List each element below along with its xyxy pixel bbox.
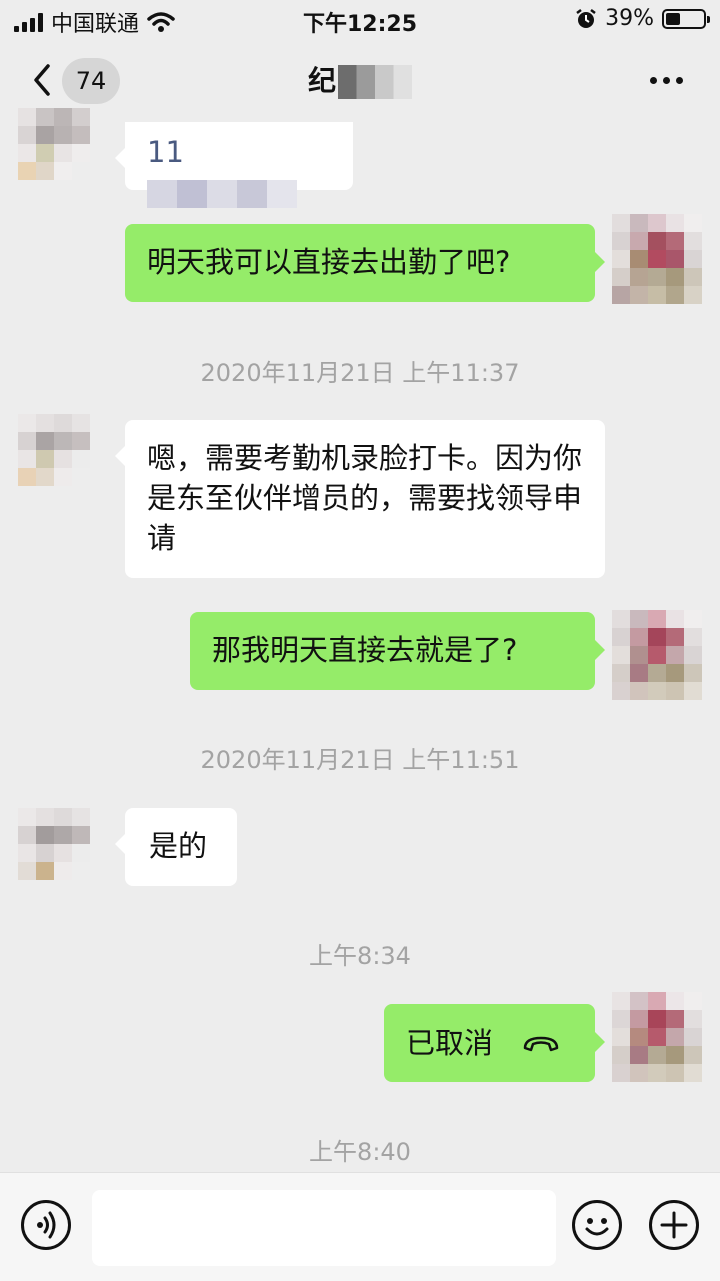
contact-avatar[interactable]	[18, 108, 108, 198]
plus-icon	[660, 1211, 688, 1239]
voice-icon	[37, 1211, 56, 1239]
timestamp: 上午8:40	[309, 1138, 411, 1166]
contact-avatar[interactable]	[18, 808, 108, 898]
message-text: 嗯，需要考勤机录脸打卡。因为你是东至伙伴增员的，需要找领导申请	[147, 441, 583, 555]
message-bubble-received[interactable]: 嗯，需要考勤机录脸打卡。因为你是东至伙伴增员的，需要找领导申请	[115, 420, 605, 578]
my-avatar[interactable]	[612, 992, 702, 1082]
message-input[interactable]	[92, 1190, 556, 1266]
message-bubble-received[interactable]: 11	[115, 122, 353, 208]
contact-name: 纪	[307, 64, 336, 97]
message-text: 那我明天直接去就是了?	[212, 633, 518, 667]
emoji-icon	[585, 1218, 609, 1236]
battery-icon	[662, 8, 710, 29]
message-text: 是的	[149, 829, 208, 863]
emoji-button[interactable]	[572, 1200, 622, 1250]
status-right: 39%	[575, 6, 710, 31]
status-bar: 中国联通 下午12:25 39%	[0, 0, 720, 40]
timestamp: 上午8:34	[309, 942, 411, 970]
message-bubble-sent[interactable]: 那我明天直接去就是了?	[190, 612, 605, 690]
call-cancelled-bubble[interactable]: 已取消	[384, 1004, 605, 1082]
voice-input-button[interactable]	[21, 1200, 71, 1250]
redacted-number-blur	[147, 180, 297, 208]
contact-avatar[interactable]	[18, 414, 108, 504]
phone-hangup-icon	[523, 1036, 559, 1052]
chat-title: 纪	[0, 58, 720, 104]
more-functions-button[interactable]	[649, 1200, 699, 1250]
timestamp: 2020年11月21日 上午11:37	[200, 359, 520, 387]
battery-percent: 39%	[605, 6, 654, 31]
my-avatar[interactable]	[612, 610, 702, 700]
dot-icon	[650, 76, 657, 84]
alarm-icon	[576, 8, 596, 28]
message-text: 明天我可以直接去出勤了吧?	[147, 245, 511, 279]
redacted-name-blur	[338, 65, 412, 99]
more-options-button[interactable]	[650, 70, 690, 90]
message-text: 已取消	[406, 1026, 494, 1060]
my-avatar[interactable]	[612, 214, 702, 304]
message-bubble-received[interactable]: 是的	[115, 808, 237, 886]
message-text: 11	[147, 135, 184, 169]
message-bubble-sent[interactable]: 明天我可以直接去出勤了吧?	[125, 224, 605, 302]
timestamp: 2020年11月21日 上午11:51	[200, 746, 520, 774]
